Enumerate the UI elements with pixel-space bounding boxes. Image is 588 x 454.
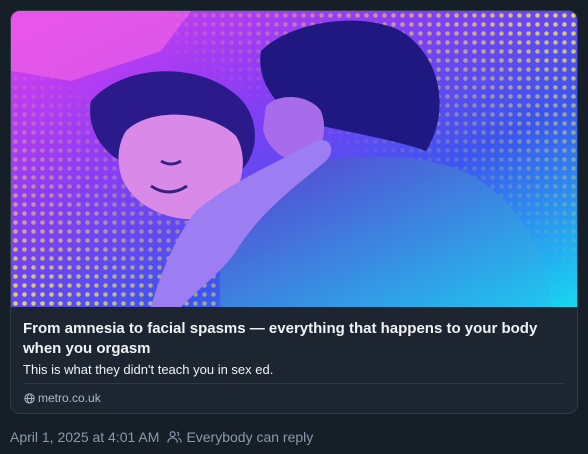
globe-icon — [24, 392, 35, 404]
external-link-card[interactable]: From amnesia to facial spasms — everythi… — [10, 10, 578, 414]
card-divider — [23, 383, 565, 384]
reply-setting-label: Everybody can reply — [186, 429, 314, 445]
people-icon — [167, 431, 183, 443]
link-description: This is what they didn't teach you in se… — [23, 362, 274, 377]
link-domain[interactable]: metro.co.uk — [24, 391, 101, 405]
link-title[interactable]: From amnesia to facial spasms — everythi… — [23, 319, 565, 359]
link-domain-text: metro.co.uk — [38, 391, 101, 405]
reply-setting[interactable]: Everybody can reply — [167, 429, 313, 445]
link-thumbnail-image[interactable] — [11, 11, 577, 307]
post-meta: April 1, 2025 at 4:01 AM Everybody can r… — [10, 429, 313, 445]
post-timestamp[interactable]: April 1, 2025 at 4:01 AM — [10, 429, 159, 445]
